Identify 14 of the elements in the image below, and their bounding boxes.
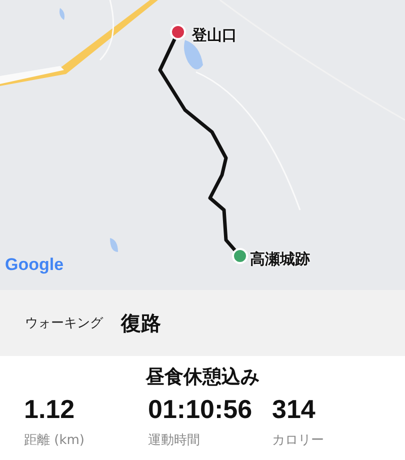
stat-value: 01:10:56 xyxy=(148,394,254,425)
map-marker[interactable] xyxy=(170,24,186,40)
stat-label: 運動時間 xyxy=(148,432,201,449)
activity-type: ウォーキング xyxy=(25,315,103,332)
stat-label: 距離 (km) xyxy=(24,432,86,449)
marker-label: 登山口 xyxy=(192,26,237,45)
stat-label: カロリー xyxy=(272,432,325,449)
activity-title: 復路 xyxy=(121,310,161,336)
marker-label: 高瀬城跡 xyxy=(250,250,310,269)
map-attribution: Google xyxy=(5,255,64,275)
stat-value: 314 xyxy=(272,394,316,425)
map-marker[interactable] xyxy=(232,248,248,264)
stat-value: 1.12 xyxy=(24,394,76,425)
activity-note: 昼食休憩込み xyxy=(144,365,260,390)
